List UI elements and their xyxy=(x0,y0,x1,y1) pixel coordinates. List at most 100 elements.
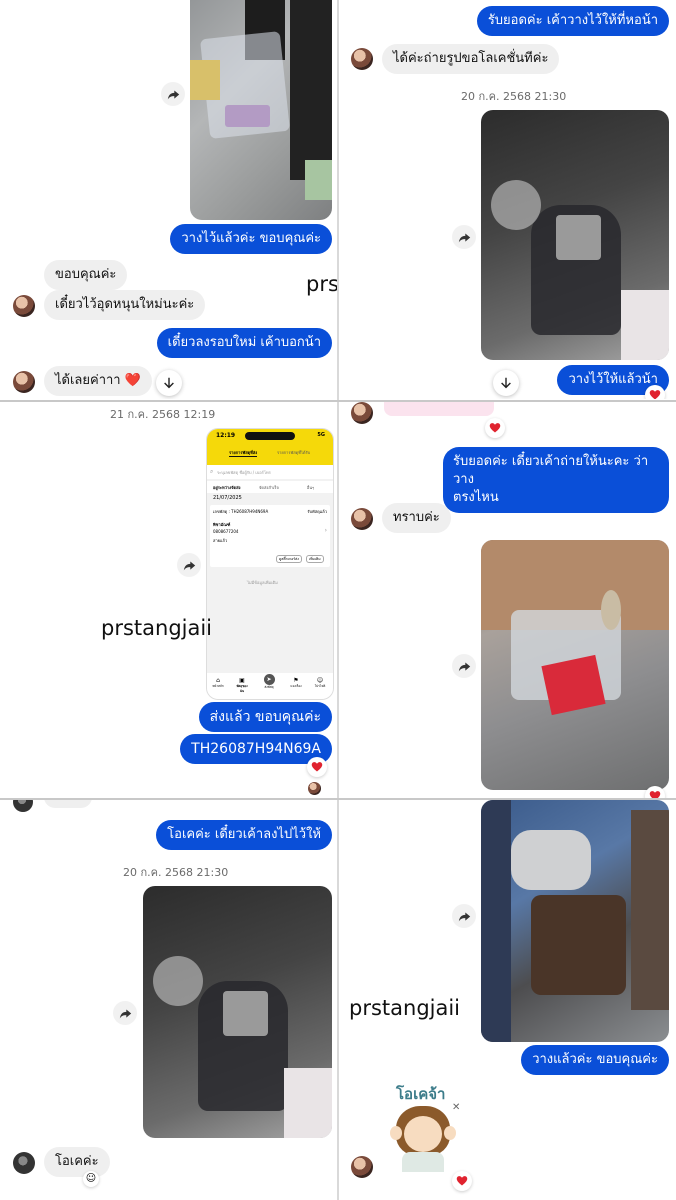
photo-brown-clothes xyxy=(531,895,626,995)
message-outgoing[interactable]: วางไว้แล้วค่ะ ขอบคุณค่ะ xyxy=(170,224,332,254)
avatar[interactable] xyxy=(13,371,35,393)
chat-panel-2-right: รับยอดค่ะ เดี๋ยวเค้าถ่ายให้นะคะ ว่าวาง ต… xyxy=(339,402,676,798)
heart-reaction[interactable] xyxy=(645,385,665,399)
nav-home[interactable]: ⌂ หน้าหลัก xyxy=(211,677,225,689)
chat-photo-app-screenshot[interactable]: 12:19 5G รายการพัสดุที่ส่ง รายการพัสดุที… xyxy=(206,428,334,700)
share-arrow-icon xyxy=(119,1008,131,1018)
heart-reaction[interactable] xyxy=(307,757,327,777)
nav-profile[interactable]: ☺ โปรไฟล์ xyxy=(313,677,327,689)
empty-text: ไม่มีข้อมูลเพิ่มเติม xyxy=(247,580,278,585)
timestamp: 20 ก.ค. 2568 21:30 xyxy=(461,90,567,103)
recipient-area: สายแก้ว xyxy=(213,538,228,543)
avatar[interactable] xyxy=(13,800,33,812)
forward-button[interactable] xyxy=(113,1001,137,1025)
photo-decoration xyxy=(601,590,621,630)
avatar[interactable] xyxy=(13,1152,35,1174)
recipient-phone: 0808677204 xyxy=(213,529,239,534)
chat-photo-package-on-table[interactable] xyxy=(190,0,332,220)
message-outgoing[interactable]: โอเคค่ะ เดี๋ยวเค้าลงไปไว้ให้ xyxy=(156,820,332,850)
share-arrow-icon xyxy=(167,89,179,99)
tab-received-parcels[interactable]: รายการพัสดุที่ได้รับ xyxy=(277,449,310,456)
chat-photo-package-red[interactable] xyxy=(481,540,669,790)
filter-in-transit[interactable]: อยู่ระหว่างจัดส่ง xyxy=(213,484,240,491)
phone-time: 12:19 xyxy=(216,432,236,439)
sparkle-icon: ✕ xyxy=(452,1102,461,1113)
arrow-down-icon xyxy=(164,377,174,389)
chevron-right-icon: › xyxy=(324,527,327,534)
watermark-text: prstangjaii xyxy=(349,996,461,1020)
sticker-cropped xyxy=(384,402,494,416)
more-button[interactable]: เพิ่มเติม xyxy=(306,555,324,563)
nav-report[interactable]: ⚑ แจงเรื่อง xyxy=(289,677,303,689)
emoji-reaction-icon[interactable]: ☺ xyxy=(83,1171,99,1187)
watermark-text: prstangjaii xyxy=(306,272,337,296)
message-outgoing[interactable]: วางแล้วค่ะ ขอบคุณค่ะ xyxy=(521,1045,669,1075)
share-arrow-icon xyxy=(458,911,470,921)
share-arrow-icon xyxy=(458,661,470,671)
message-outgoing[interactable]: รับยอดค่ะ เค้าวางไว้ให้ที่หอน้า xyxy=(476,6,669,36)
filter-others[interactable]: อื่นๆ xyxy=(307,484,314,491)
message-outgoing[interactable]: ส่งแล้ว ขอบคุณค่ะ xyxy=(198,702,332,732)
message-incoming[interactable]: ทราบค่ะ xyxy=(382,503,451,533)
heart-icon xyxy=(456,1176,468,1186)
chat-photo-package-bag[interactable] xyxy=(143,886,332,1138)
scroll-down-button[interactable] xyxy=(493,370,519,396)
filter-delivered[interactable]: จัดส่งสำเร็จ xyxy=(259,484,279,491)
heart-reaction[interactable] xyxy=(452,1171,472,1191)
photo-dark-edge xyxy=(481,800,511,1042)
read-receipt-avatar xyxy=(308,782,321,795)
message-incoming[interactable]: ขอบคุณค่ะ xyxy=(44,260,128,290)
message-incoming[interactable]: เดี๋ยวไว้อุดหนุนใหม่นะค่ะ xyxy=(44,290,206,320)
heart-icon xyxy=(311,762,323,772)
filter-tabs: อยู่ระหว่างจัดส่ง จัดส่งสำเร็จ อื่นๆ xyxy=(207,481,333,493)
forward-button[interactable] xyxy=(452,654,476,678)
sticker-text: โอเคจ้า xyxy=(396,1085,446,1103)
message-incoming[interactable]: ได้ค่ะถ่ายรูปขอโลเคชั่นทีค่ะ xyxy=(382,44,560,74)
forward-button[interactable] xyxy=(452,225,476,249)
sticker-ok-girl[interactable]: โอเคจ้า ✕ xyxy=(384,1082,474,1177)
recipient-name: พิชามัณฑ์ xyxy=(213,522,231,527)
message-incoming[interactable]: โอเคค่ะ xyxy=(44,1147,110,1177)
search-bar[interactable]: ⌕ ระบุเลขพัสดุ ชื่อผู้รับ / เบอร์โทร xyxy=(207,465,333,479)
heart-icon xyxy=(489,423,501,433)
scroll-down-button[interactable] xyxy=(156,370,182,396)
avatar[interactable] xyxy=(351,508,373,530)
view-sticker-button[interactable]: ดูสติ๊กเกอร์ส่ง xyxy=(276,555,302,563)
message-line: รับยอดค่ะ เดี๋ยวเค้าถ่ายให้นะคะ ว่าวาง xyxy=(453,454,649,487)
sticker-hand xyxy=(390,1126,402,1140)
chat-photo-package-bag[interactable] xyxy=(481,110,669,360)
bottom-nav: ⌂ หน้าหลัก ▣ พัสดุของฉัน ➤ ส่งพัสดุ ⚑ แจงเรื… xyxy=(207,673,333,699)
forward-button[interactable] xyxy=(452,904,476,928)
message-incoming[interactable]: ได้เลยค่าาา ❤️ xyxy=(44,366,152,396)
photo-pink-item xyxy=(621,290,669,360)
nav-send[interactable]: ➤ ส่งพัสดุ xyxy=(261,674,277,690)
avatar[interactable] xyxy=(13,295,35,317)
tab-sent-parcels[interactable]: รายการพัสดุที่ส่ง xyxy=(229,449,258,457)
avatar[interactable] xyxy=(351,48,373,70)
sticker-body xyxy=(402,1152,444,1172)
avatar[interactable] xyxy=(351,402,373,424)
forward-button[interactable] xyxy=(161,82,185,106)
parcel-card[interactable]: เลขพัสดุ : TH26087H94N69A รับพัสดุแล้ว พ… xyxy=(210,505,330,567)
timestamp: 21 ก.ค. 2568 12:19 xyxy=(110,408,216,421)
chat-panel-1-left: วางไว้แล้วค่ะ ขอบคุณค่ะ ขอบคุณค่ะ เดี๋ยว… xyxy=(0,0,337,399)
photo-green-item xyxy=(305,160,332,200)
watermark-text: prstangjaii xyxy=(101,616,213,640)
photo-grey-tape xyxy=(556,215,601,260)
nav-label: หน้าหลัก xyxy=(212,684,224,688)
sticker-face xyxy=(404,1116,442,1152)
nav-my-parcels[interactable]: ▣ พัสดุของฉัน xyxy=(235,677,249,694)
sticker-hand xyxy=(444,1126,456,1140)
nav-label: แจงเรื่อง xyxy=(290,684,302,688)
photo-white-bag xyxy=(153,956,203,1006)
forward-button[interactable] xyxy=(177,553,201,577)
nav-label: ส่งพัสดุ xyxy=(264,685,274,689)
heart-reaction[interactable] xyxy=(485,418,505,438)
avatar[interactable] xyxy=(351,1156,373,1178)
parcel-tracking: เลขพัสดุ : TH26087H94N69A xyxy=(213,509,269,514)
message-outgoing[interactable]: เดี๋ยวลงรอบใหม่ เค้าบอกน้า xyxy=(156,328,332,358)
message-outgoing[interactable]: รับยอดค่ะ เดี๋ยวเค้าถ่ายให้นะคะ ว่าวาง ต… xyxy=(443,447,669,513)
photo-yellow-box xyxy=(190,60,220,100)
nav-label: พัสดุของฉัน xyxy=(236,684,248,693)
chat-photo-package-clothes[interactable] xyxy=(481,800,669,1042)
